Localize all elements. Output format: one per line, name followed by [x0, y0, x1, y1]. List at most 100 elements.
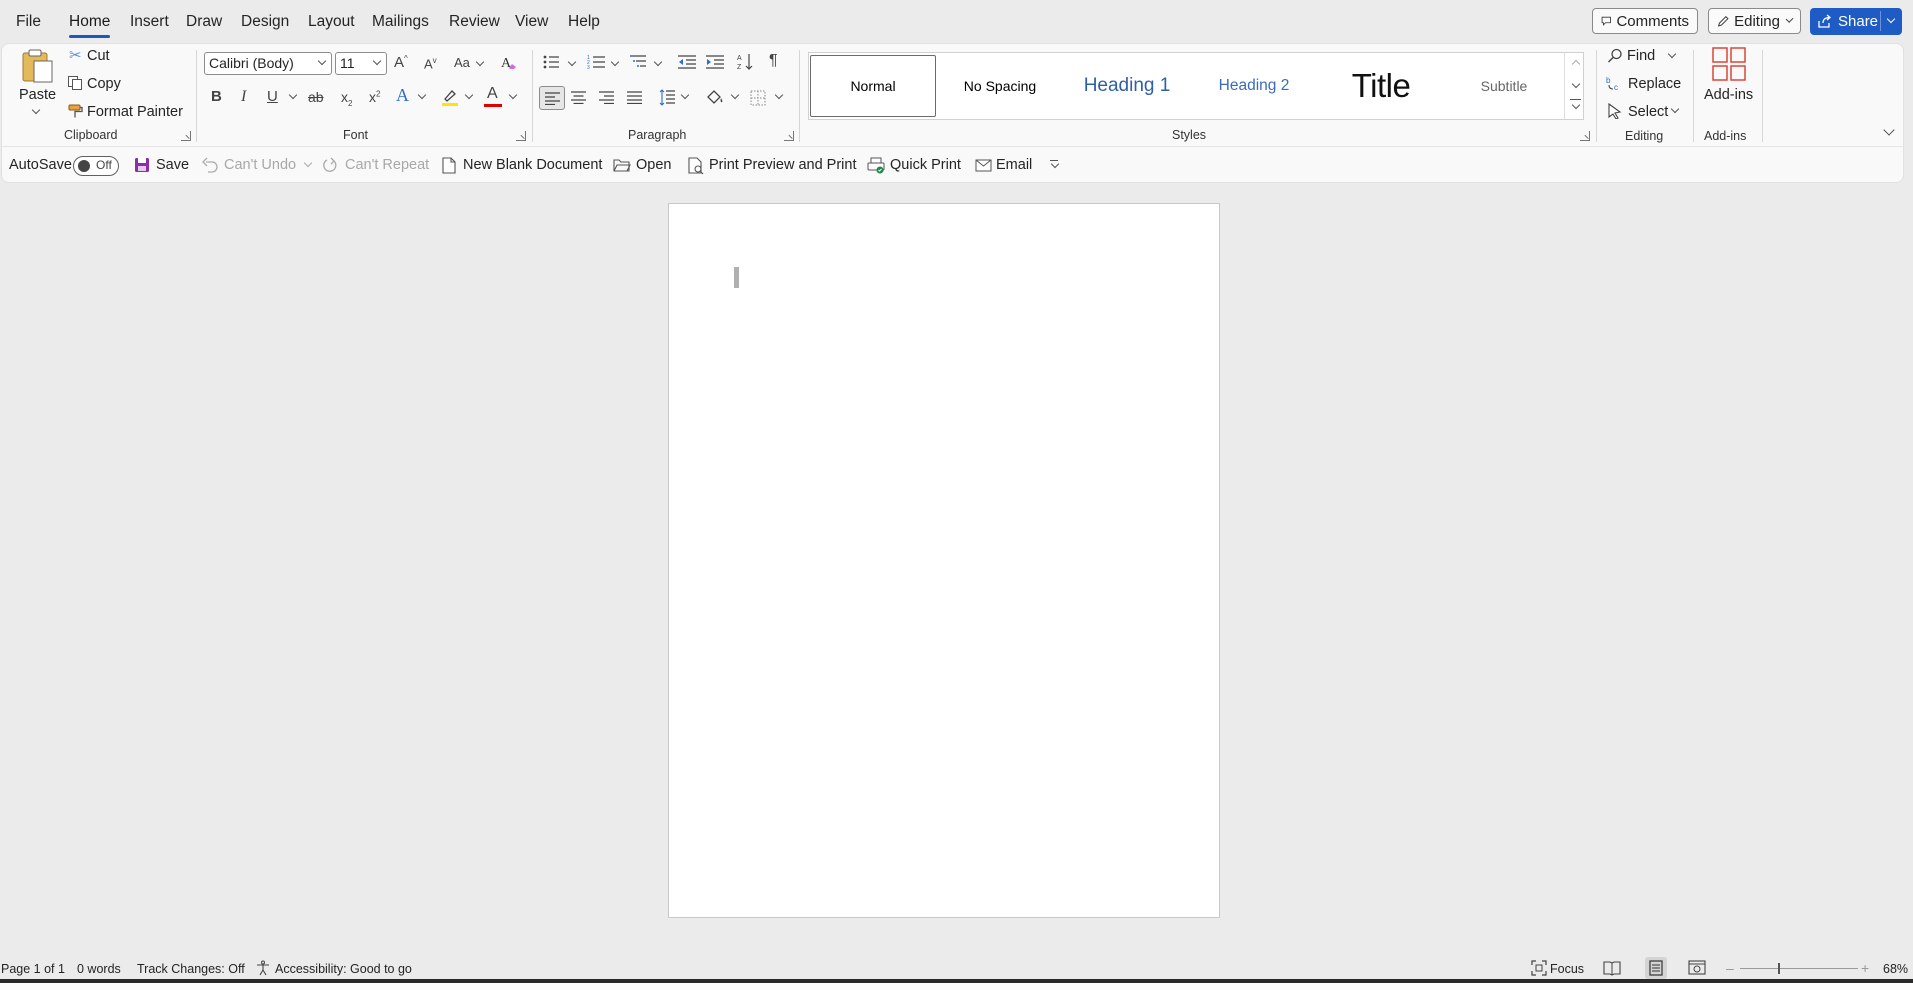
zoom-slider-track[interactable]	[1740, 963, 1858, 974]
font-color-button[interactable]: A	[484, 86, 502, 108]
tab-draw[interactable]: Draw	[186, 13, 222, 31]
accessibility-icon	[257, 960, 269, 976]
document-page[interactable]	[668, 203, 1220, 918]
svg-text:A: A	[737, 55, 742, 62]
print-preview-label: Print Preview and Print	[709, 157, 857, 173]
style-no-spacing[interactable]: No Spacing	[937, 55, 1063, 117]
paragraph-group-label: Paragraph	[628, 128, 687, 142]
numbering-button[interactable]: 123	[587, 54, 605, 69]
italic-button[interactable]: I	[241, 89, 246, 105]
styles-scroll-down-icon[interactable]	[1571, 79, 1581, 89]
style-normal-label: Normal	[850, 78, 896, 94]
decrease-indent-button[interactable]	[678, 55, 696, 69]
folder-icon	[613, 159, 631, 172]
save-label: Save	[156, 157, 190, 173]
tab-review[interactable]: Review	[449, 13, 500, 31]
tab-view[interactable]: View	[515, 13, 548, 31]
style-heading-2[interactable]: Heading 2	[1191, 55, 1317, 117]
copy-icon	[68, 76, 82, 90]
undo-label: Can't Undo	[224, 157, 297, 173]
show-formatting-button[interactable]: ¶	[769, 53, 778, 69]
group-divider	[1762, 50, 1763, 142]
toggle-knob	[78, 160, 90, 172]
bullets-button[interactable]	[543, 55, 559, 69]
tab-help[interactable]: Help	[568, 13, 600, 31]
select-label: Select	[1628, 104, 1669, 120]
share-button[interactable]: Share	[1810, 8, 1902, 35]
web-layout-button[interactable]	[1688, 960, 1706, 976]
add-ins-label: Add-ins	[1704, 87, 1754, 103]
tab-layout[interactable]: Layout	[308, 13, 355, 31]
zoom-out-button[interactable]: –	[1726, 960, 1734, 976]
style-normal[interactable]: Normal	[810, 55, 936, 117]
align-left-icon	[545, 92, 560, 105]
text-effects-button[interactable]: A	[396, 86, 409, 104]
strikethrough-button[interactable]: ab	[308, 90, 324, 104]
scissors-icon: ✂	[69, 47, 82, 64]
style-subtitle[interactable]: Subtitle	[1445, 55, 1563, 117]
align-left-button[interactable]	[539, 86, 565, 110]
superscript-button[interactable]: x2	[369, 90, 380, 104]
autosave-toggle[interactable]: Off	[73, 156, 119, 176]
cut-label: Cut	[87, 48, 110, 64]
grow-font-button[interactable]: A^	[394, 55, 408, 71]
tab-design[interactable]: Design	[241, 13, 289, 31]
increase-indent-button[interactable]	[706, 55, 724, 69]
subscript-icon: x	[341, 89, 348, 105]
styles-dialog-launcher-icon[interactable]	[1580, 131, 1590, 141]
font-size-combo[interactable]: 11	[335, 52, 387, 75]
format-painter-icon	[68, 104, 83, 118]
share-dropdown-chevron-icon[interactable]	[1886, 14, 1896, 24]
comments-button[interactable]: Comments	[1592, 8, 1698, 34]
font-name-combo[interactable]: Calibri (Body)	[204, 52, 332, 75]
print-preview-icon	[688, 157, 704, 175]
autosave-state: Off	[96, 158, 112, 172]
autosave-label: AutoSave	[9, 157, 72, 173]
share-icon	[1818, 14, 1832, 28]
paste-label: Paste	[19, 87, 57, 103]
multilevel-list-button[interactable]	[630, 54, 648, 69]
borders-button[interactable]	[750, 90, 766, 106]
text-cursor	[734, 267, 739, 288]
read-mode-button[interactable]	[1603, 960, 1621, 976]
zoom-level[interactable]: 68%	[1883, 962, 1908, 976]
font-dialog-launcher-icon[interactable]	[516, 131, 526, 141]
tab-file[interactable]: File	[16, 13, 41, 31]
line-spacing-button[interactable]	[659, 89, 675, 106]
new-document-icon	[442, 157, 456, 174]
print-layout-button[interactable]	[1645, 957, 1667, 979]
change-case-button[interactable]: Aa	[454, 56, 470, 69]
styles-scroll-up-icon[interactable]	[1571, 59, 1581, 69]
word-count[interactable]: 0 words	[77, 962, 121, 976]
save-icon	[135, 158, 149, 172]
accessibility-label: Accessibility: Good to go	[275, 962, 412, 976]
subscript-button[interactable]: x2	[341, 90, 352, 108]
tab-mailings[interactable]: Mailings	[372, 13, 429, 31]
clipboard-group-label: Clipboard	[64, 128, 118, 142]
styles-more-icon[interactable]	[1571, 100, 1581, 110]
bold-button[interactable]: B	[211, 89, 222, 104]
paragraph-dialog-launcher-icon[interactable]	[784, 131, 794, 141]
align-center-button[interactable]	[571, 91, 586, 104]
justify-button[interactable]	[627, 91, 642, 104]
sort-button[interactable]: AZ	[737, 53, 753, 71]
style-title[interactable]: Title	[1318, 55, 1444, 117]
clipboard-dialog-launcher-icon[interactable]	[181, 131, 191, 141]
quick-print-label: Quick Print	[890, 157, 961, 173]
editing-mode-button[interactable]: Editing	[1708, 8, 1801, 34]
window-bottom-edge	[0, 979, 1913, 983]
page-count[interactable]: Page 1 of 1	[1, 962, 65, 976]
underline-button[interactable]: U	[267, 89, 278, 104]
copy-label: Copy	[87, 76, 121, 92]
track-changes-status[interactable]: Track Changes: Off	[137, 962, 245, 976]
shading-button[interactable]	[705, 88, 725, 107]
clear-formatting-button[interactable]: A	[500, 53, 518, 71]
tab-insert[interactable]: Insert	[130, 13, 169, 31]
align-right-button[interactable]	[599, 91, 614, 104]
shrink-font-button[interactable]: Av	[424, 57, 437, 71]
highlight-button[interactable]	[440, 87, 460, 107]
zoom-slider-thumb[interactable]	[1778, 963, 1780, 974]
tab-home[interactable]: Home	[69, 13, 111, 38]
zoom-in-button[interactable]: +	[1861, 960, 1869, 976]
style-heading-1[interactable]: Heading 1	[1064, 55, 1190, 117]
